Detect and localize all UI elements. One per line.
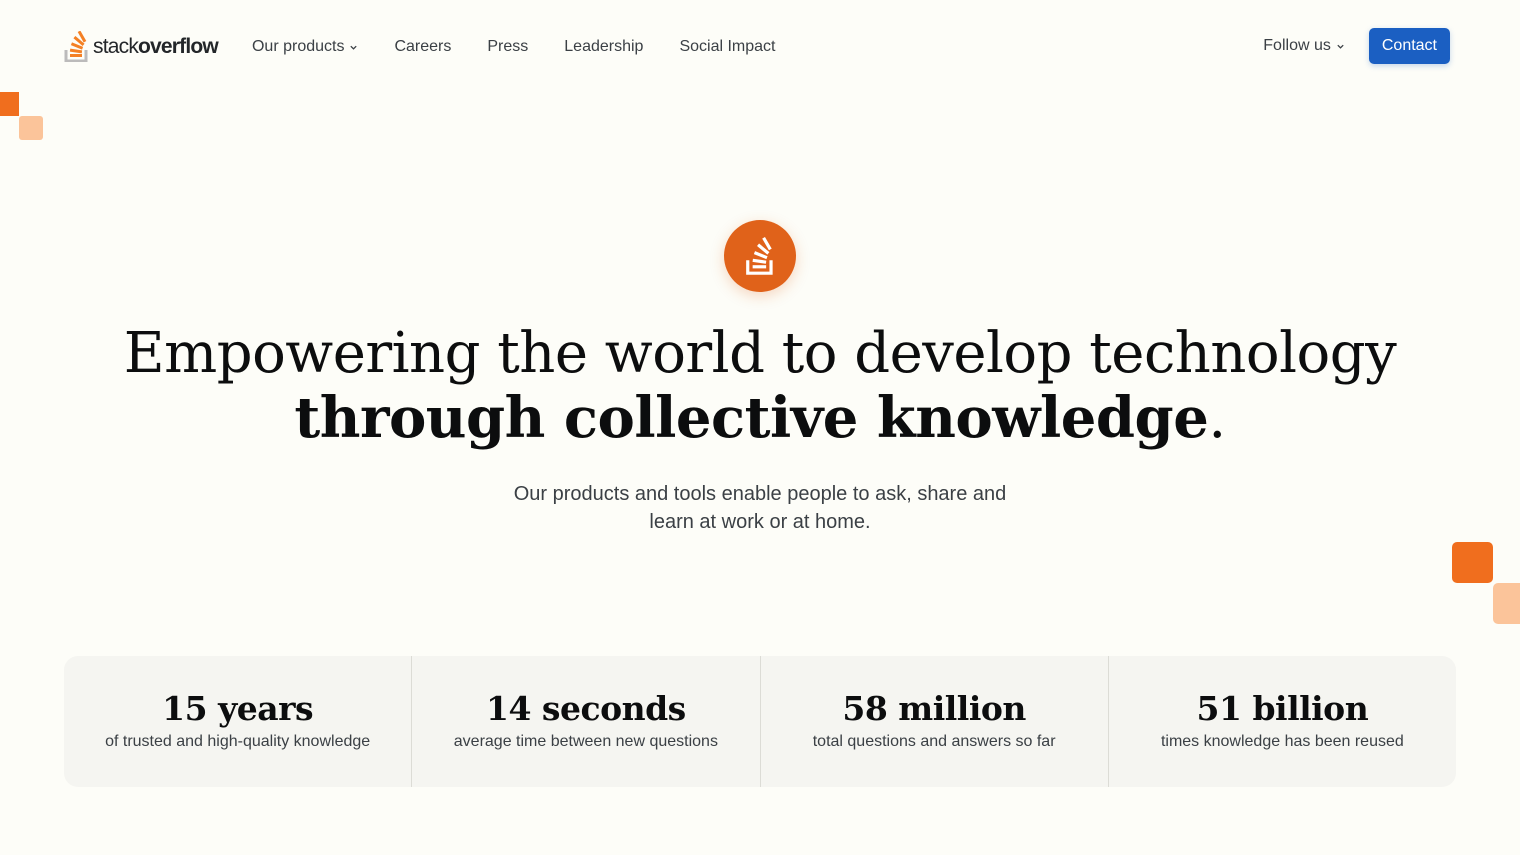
stack-overflow-logo[interactable]: stackoverflow: [64, 30, 219, 62]
logo-text-light: stack: [93, 35, 139, 58]
stat-value: 15 years: [162, 689, 314, 728]
stat-label: total questions and answers so far: [812, 733, 1056, 750]
chevron-down-icon: [1337, 44, 1344, 49]
logo-wordmark: stackoverflow: [93, 35, 219, 59]
stats-panel: 15 years of trusted and high-quality kno…: [64, 656, 1456, 787]
hero-subtitle: Our products and tools enable people to …: [0, 480, 1520, 536]
nav-item-our-products[interactable]: Our products: [252, 38, 358, 56]
stat-value: 51 billion: [1196, 689, 1369, 728]
nav-item-careers[interactable]: Careers: [394, 38, 451, 56]
nav-item-label: Press: [487, 37, 529, 55]
hero-badge: [724, 220, 796, 292]
chevron-down-icon: [350, 45, 358, 50]
headline-period: .: [1208, 386, 1226, 451]
decorative-square-peach: [19, 116, 43, 140]
stat-value: 58 million: [842, 689, 1026, 728]
decorative-square-peach: [1493, 583, 1520, 624]
headline-line-1: Empowering the world to develop technolo…: [123, 321, 1397, 386]
top-navigation: stackoverflow Our products Careers Press…: [0, 0, 1520, 92]
nav-item-leadership[interactable]: Leadership: [564, 38, 643, 56]
subtitle-line-1: Our products and tools enable people to …: [513, 483, 1007, 505]
follow-us-dropdown[interactable]: Follow us: [1263, 37, 1345, 55]
nav-item-label: Leadership: [564, 37, 644, 55]
logo-text-bold: overflow: [138, 35, 219, 58]
stat-item: 51 billion times knowledge has been reus…: [1109, 656, 1456, 787]
hero-headline: Empowering the world to develop technolo…: [0, 322, 1520, 451]
decorative-square-orange: [0, 92, 19, 116]
page: stackoverflow Our products Careers Press…: [0, 0, 1520, 855]
stat-item: 15 years of trusted and high-quality kno…: [64, 656, 413, 787]
nav-item-press[interactable]: Press: [487, 38, 528, 56]
stat-label: of trusted and high-quality knowledge: [105, 733, 371, 750]
nav-item-label: Our products: [251, 37, 345, 55]
nav-links: Our products Careers Press Leadership So…: [252, 37, 812, 56]
stat-item: 58 million total questions and answers s…: [761, 656, 1109, 787]
headline-line-2: through collective knowledge.: [0, 386, 1520, 451]
stack-overflow-icon: [746, 237, 773, 275]
nav-item-social-impact[interactable]: Social Impact: [679, 38, 775, 56]
subtitle-line-2: learn at work or at home.: [649, 511, 871, 533]
nav-item-label: Careers: [394, 37, 452, 55]
nav-right: Follow us Contact: [1263, 28, 1450, 64]
headline-line-2-text: through collective knowledge: [294, 385, 1209, 451]
stack-overflow-logo-icon: [64, 30, 88, 62]
contact-button[interactable]: Contact: [1368, 28, 1450, 64]
stat-value: 14 seconds: [486, 689, 686, 728]
stat-item: 14 seconds average time between new ques…: [412, 656, 761, 787]
stat-label: average time between new questions: [453, 733, 718, 750]
stat-label: times knowledge has been reused: [1160, 733, 1404, 750]
nav-item-label: Social Impact: [679, 37, 776, 55]
follow-us-label: Follow us: [1263, 37, 1331, 54]
decorative-square-orange: [1452, 542, 1493, 583]
